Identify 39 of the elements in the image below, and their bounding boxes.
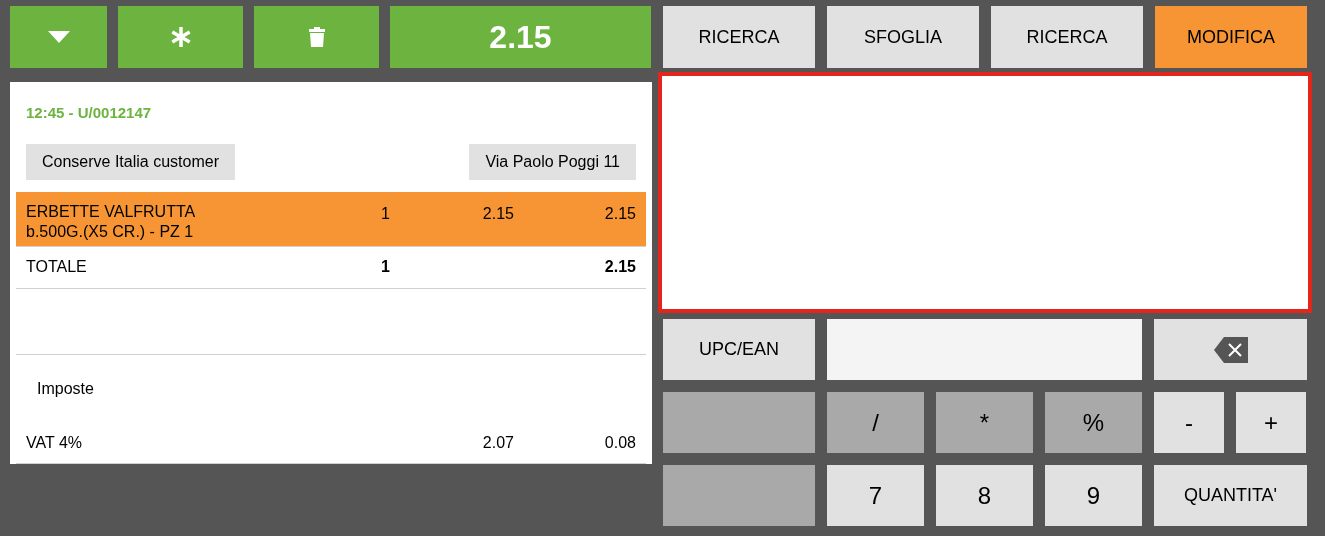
caret-down-icon: [47, 31, 70, 43]
sign-key[interactable]: -: [1154, 392, 1224, 453]
operator-key[interactable]: *: [936, 392, 1033, 453]
total-amount: 2.15: [603, 257, 636, 278]
operator-key[interactable]: /: [827, 392, 924, 453]
address-label: Via Paolo Poggi 11: [469, 143, 636, 180]
toolbar-button[interactable]: [254, 6, 379, 68]
taxes-title: Imposte: [37, 379, 95, 399]
toolbar-button[interactable]: [10, 6, 107, 68]
total-label: TOTALE: [26, 257, 88, 278]
sign-key[interactable]: +: [1236, 392, 1306, 453]
mode-tab[interactable]: RICERCA: [663, 6, 815, 68]
receipt-header: 12:45 - U/0012147: [26, 103, 153, 123]
backspace-button[interactable]: [1154, 319, 1307, 380]
line-item-row[interactable]: ERBETTE VALFRUTTA b.500G.(X5 CR.) - PZ 1 1 2.15 2.15: [16, 191, 646, 248]
item-price: 2.15: [481, 203, 514, 224]
mode-tab[interactable]: SFOGLIA: [827, 6, 979, 68]
total-display: 2.15: [390, 6, 651, 68]
tax-amount: 0.08: [603, 433, 636, 453]
digit-key[interactable]: 9: [1045, 465, 1142, 526]
tax-base: 2.07: [481, 433, 514, 453]
backspace-icon: [1213, 336, 1248, 363]
total-quantity: 1: [380, 257, 390, 278]
item-quantity: 1: [380, 203, 390, 224]
digit-key[interactable]: 7: [827, 465, 924, 526]
digit-key[interactable]: 8: [936, 465, 1033, 526]
item-description: ERBETTE VALFRUTTA b.500G.(X5 CR.) - PZ 1: [26, 201, 197, 242]
upc-ean-button[interactable]: UPC/EAN: [663, 319, 815, 380]
operator-key[interactable]: %: [1045, 392, 1142, 453]
item-amount: 2.15: [603, 203, 636, 224]
quantity-button[interactable]: QUANTITA': [1154, 465, 1307, 526]
code-input-field[interactable]: [827, 319, 1142, 380]
customer-label: Conserve Italia customer: [26, 143, 235, 180]
asterisk-icon: [170, 27, 191, 47]
mode-tab[interactable]: MODIFICA: [1155, 6, 1307, 68]
trash-icon: [308, 27, 325, 47]
mode-tab[interactable]: RICERCA: [991, 6, 1143, 68]
tax-label: VAT 4%: [26, 433, 84, 453]
toolbar-button[interactable]: [118, 6, 243, 68]
